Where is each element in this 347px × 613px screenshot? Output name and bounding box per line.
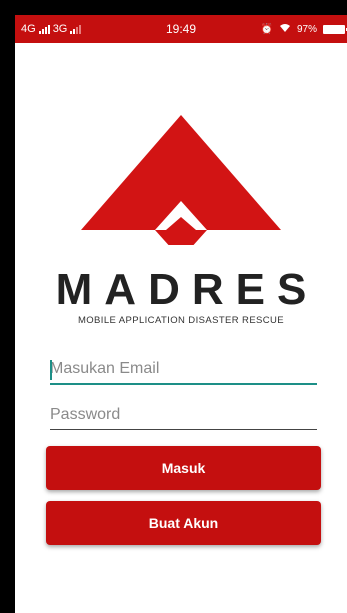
signal-bars-icon — [70, 24, 82, 34]
signal-group: 4G 3G — [21, 23, 82, 35]
madres-logo — [81, 115, 281, 245]
password-field[interactable] — [50, 402, 317, 430]
battery-icon — [323, 24, 347, 34]
login-button[interactable]: Masuk — [46, 446, 321, 490]
email-field[interactable] — [50, 357, 317, 385]
battery-percent: 97% — [296, 23, 317, 35]
brand-tagline: MOBILE APPLICATION DISASTER RESCUE — [77, 315, 285, 326]
network-label-1: 4G — [21, 23, 36, 35]
brand-name: MADRES — [55, 265, 319, 314]
wifi-icon — [279, 23, 291, 36]
text-cursor — [50, 360, 52, 380]
app-screen: 4G 3G 19:49 ⏰ 97% MADRES MOBILE APPLICAT… — [15, 15, 347, 613]
signal-bars-icon — [38, 24, 50, 34]
status-right: ⏰ 97% — [260, 23, 347, 36]
status-time: 19:49 — [165, 22, 197, 36]
network-label-2: 3G — [52, 23, 68, 35]
register-button[interactable]: Buat Akun — [46, 501, 321, 545]
alarm-icon: ⏰ — [260, 23, 273, 35]
status-bar: 4G 3G 19:49 ⏰ 97% — [15, 15, 347, 43]
